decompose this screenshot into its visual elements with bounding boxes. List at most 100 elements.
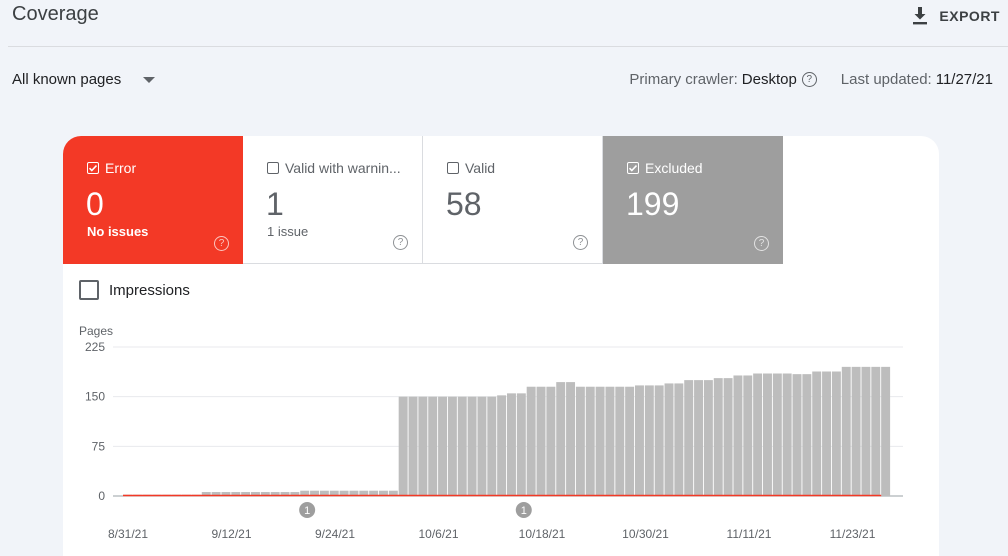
tile-value: 0 [86,186,104,222]
chart-bar [782,373,792,496]
tile-sub: 1 issue [267,224,309,239]
x-tick-label: 10/6/21 [418,527,458,541]
chart-bar [851,366,861,496]
chart-bar [684,380,694,496]
chart-bar [536,386,546,496]
export-label: EXPORT [939,8,1000,24]
chart-bar [625,386,635,496]
chart-bar [487,396,497,496]
chart-bar [861,366,871,496]
tile-excluded[interactable]: Excluded 199 ? [603,136,783,264]
page-title: Coverage [12,3,99,25]
status-tiles: Error 0 No issues ? Valid with warnin...… [63,136,783,264]
checkbox-icon[interactable] [267,162,279,174]
tile-label: Valid with warnin... [285,160,401,176]
chart-bar [585,386,595,496]
coverage-card: Error 0 No issues ? Valid with warnin...… [63,136,939,556]
chart-bar [802,374,812,496]
y-axis-label: Pages [79,324,113,338]
pages-filter-dropdown[interactable]: All known pages [12,71,156,88]
chart-bar [743,375,753,496]
export-button[interactable]: EXPORT [911,6,1000,26]
impressions-toggle[interactable]: Impressions [79,280,190,300]
crawler-label: Primary crawler: [629,71,738,88]
chart-bar [831,371,841,496]
chart-bar [447,396,457,496]
header-divider [8,46,1008,47]
tile-value: 199 [626,186,680,222]
impressions-label: Impressions [109,281,190,299]
tile-sub: No issues [87,224,149,239]
chart-bar [674,383,684,496]
chart-bar [605,386,615,496]
x-tick-label: 9/12/21 [211,527,251,541]
chart-bar [822,371,832,496]
chart-bar [457,396,467,496]
chart-bar [516,393,526,496]
tile-valid-with-warnings[interactable]: Valid with warnin... 1 1 issue ? [243,136,423,264]
tile-value: 58 [446,186,482,222]
chart-bar [694,380,704,496]
help-icon[interactable]: ? [214,236,229,251]
chart-bar [871,366,881,496]
chart-bar [723,378,733,496]
chart-bar [615,386,625,496]
annotation-label: 1 [304,505,310,517]
tile-label: Excluded [645,160,703,176]
x-tick-label: 10/30/21 [622,527,669,541]
chart-bar [792,374,802,496]
chart-bar [713,378,723,496]
chart-bar [881,366,891,496]
chart-bar [507,393,516,496]
chart-bar [644,385,654,496]
chart-bar [526,386,536,496]
x-tick-label: 8/31/21 [108,527,148,541]
chart-bar [497,395,507,496]
tile-valid[interactable]: Valid 58 ? [423,136,603,264]
tile-label: Valid [465,160,496,176]
x-tick-label: 11/11/21 [727,527,772,541]
checkbox-checked-icon[interactable] [627,162,639,174]
chart-bar [812,371,822,496]
tile-error[interactable]: Error 0 No issues ? [63,136,243,264]
tile-label: Error [105,160,137,176]
chart-bar [408,396,418,496]
chart-bar [703,380,713,496]
help-icon[interactable]: ? [393,235,408,250]
checkbox-checked-icon[interactable] [87,162,99,174]
y-tick-label: 0 [98,489,105,503]
coverage-chart: Pages 0 75 150 225 1 1 8/31/21 9/12/21 9/24/21… [79,324,903,541]
chart-bar [575,386,585,496]
x-tick-label: 11/23/21 [830,527,876,541]
download-icon [913,7,928,25]
chart-bar [428,396,438,496]
chart-bar [595,386,605,496]
crawler-value: Desktop [741,71,797,88]
chart-bar [733,375,743,496]
chart-bar [763,373,772,496]
x-tick-label: 10/18/21 [519,527,566,541]
help-icon[interactable]: ? [573,235,588,250]
report-meta: Primary crawler: Desktop ? Last updated:… [629,71,993,88]
chart-bar [772,373,782,496]
chart-bar [566,382,576,496]
y-tick-label: 150 [85,390,105,404]
chart-bar [418,396,428,496]
chart-bar [664,383,674,496]
chart-bar [477,396,487,496]
chart-bar [438,396,448,496]
x-tick-label: 9/24/21 [315,527,355,541]
chart-bar [654,385,664,496]
help-icon[interactable]: ? [754,236,769,251]
checkbox-icon[interactable] [79,280,99,300]
chart-bar [546,386,556,496]
y-tick-label: 225 [85,340,105,354]
checkbox-icon[interactable] [447,162,459,174]
help-icon[interactable]: ? [801,72,817,87]
pages-filter-value: All known pages [12,71,122,88]
y-tick-label: 75 [92,439,106,453]
chart-bar [398,396,408,496]
updated-value: 11/27/21 [935,71,993,88]
chart-bar [841,366,851,496]
tile-value: 1 [266,186,284,222]
